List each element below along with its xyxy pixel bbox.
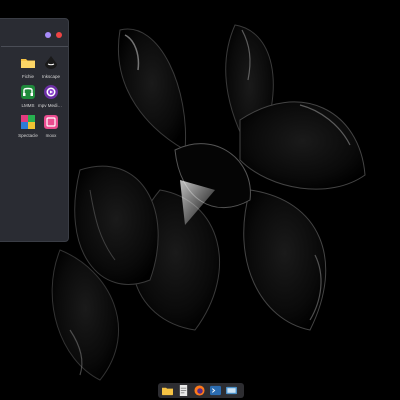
- minimize-button[interactable]: [45, 32, 51, 38]
- search-divider: [1, 46, 68, 47]
- terminal-icon[interactable]: [210, 385, 221, 396]
- inkscape-icon: [45, 56, 57, 69]
- app-launcher-window: Fichie Inkscape LMMS mpv Media Pl...: [0, 18, 69, 242]
- app-tile-inkscape[interactable]: Inkscape: [38, 55, 64, 79]
- lmms-icon: [21, 85, 35, 99]
- firefox-icon[interactable]: [194, 385, 205, 396]
- spectacle-icon: [21, 115, 35, 129]
- app-label: moxx: [45, 133, 57, 138]
- partial-app-icon: [0, 84, 1, 100]
- partial-app-icon: [0, 55, 1, 71]
- partial-app-icon: [0, 114, 1, 130]
- mpv-icon: [44, 85, 58, 99]
- app-label: mpv Media Pl...: [38, 103, 64, 108]
- app-tile-mpv[interactable]: mpv Media Pl...: [38, 84, 64, 108]
- display-icon[interactable]: [226, 385, 237, 396]
- app-label: Inkscape: [41, 74, 60, 79]
- close-button[interactable]: [56, 32, 62, 38]
- files-icon[interactable]: [162, 385, 173, 396]
- moxx-icon: [44, 115, 58, 129]
- taskbar-dock: [158, 383, 244, 398]
- app-tile-moxx[interactable]: moxx: [38, 114, 64, 138]
- folder-icon: [21, 59, 35, 68]
- document-viewer-icon[interactable]: [178, 385, 189, 396]
